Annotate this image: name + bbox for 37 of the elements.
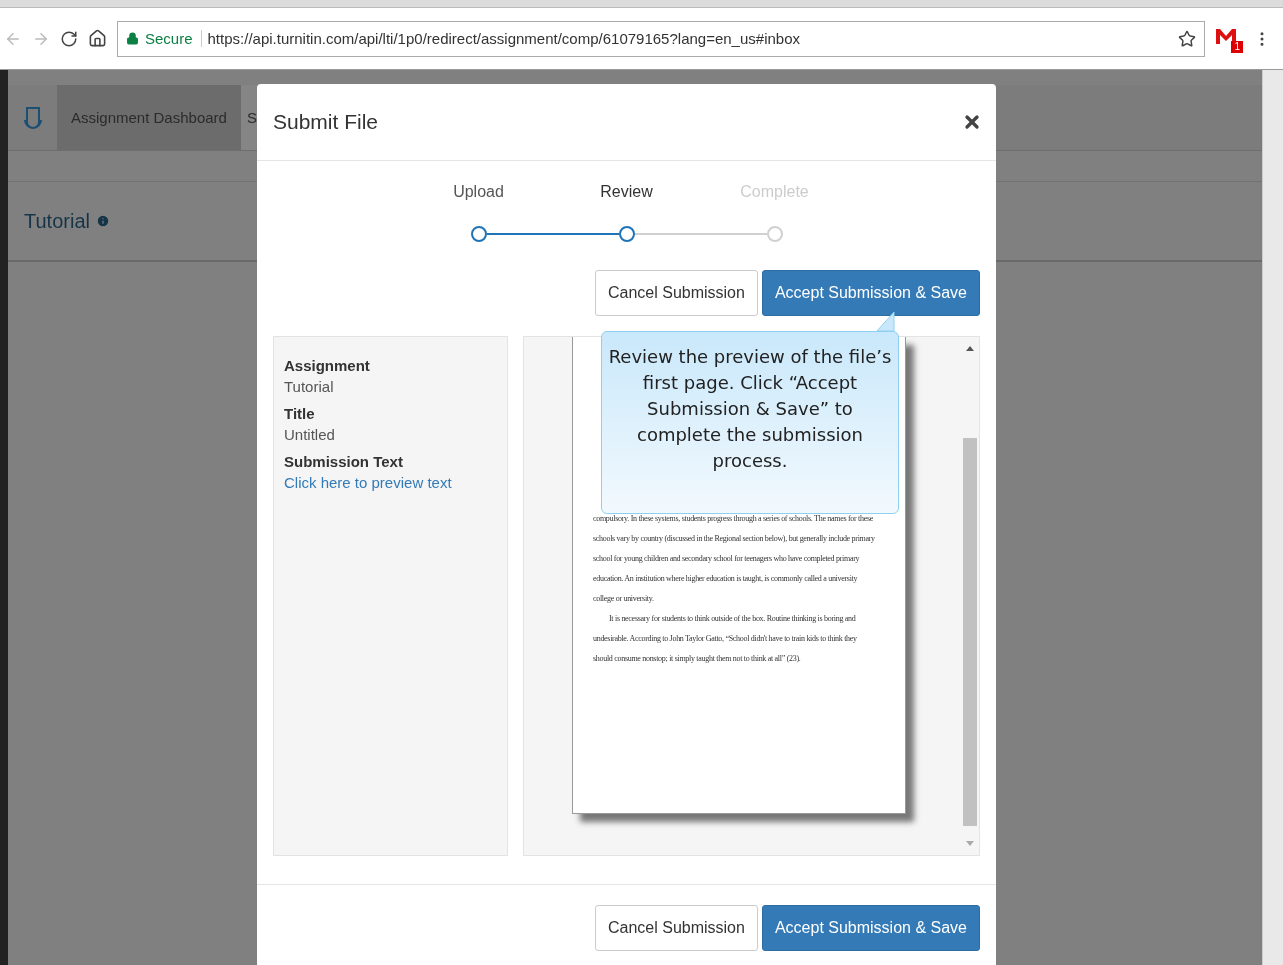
address-bar[interactable]: Secure https://api.turnitin.com/api/lti/1p0/redirect/assignment/comp/61079165?lang=en_us#inbox: [117, 20, 1205, 57]
document-line: should consume nonstop; it simply taught them not to think at all” (23).: [593, 653, 802, 665]
document-line: schools vary by country (discussed in the Regional section below), but generally include primary: [593, 533, 876, 545]
detail-value: Untitled: [284, 426, 336, 443]
step-label: Upload: [453, 183, 504, 201]
logo-icon: [22, 105, 43, 130]
document-line: college or university.: [593, 593, 655, 605]
document-line: education. An institution where higher education is taught, is commonly called a university: [593, 573, 859, 585]
accept-button[interactable]: Accept Submission & Save: [761, 905, 980, 951]
step-label: Review: [600, 183, 653, 201]
accept-button[interactable]: Accept Submission & Save: [761, 270, 980, 316]
home-icon[interactable]: [88, 29, 107, 48]
reload-icon[interactable]: [60, 29, 78, 48]
dialog-title: Submit File: [273, 110, 379, 134]
secure-label: Secure: [145, 30, 202, 47]
document-line: school for young children and secondary school for teenagers who have completed primary: [593, 553, 861, 565]
cancel-button[interactable]: Cancel Submission: [594, 905, 758, 951]
tooltip-pointer: [877, 312, 895, 332]
mail-count-badge: 1: [1231, 40, 1243, 53]
detail-label: Assignment: [284, 357, 371, 374]
cancel-button[interactable]: Cancel Submission: [594, 270, 758, 316]
document-line: undesirable. According to John Taylor Gatto, “School didn't have to train kids to think they: [593, 633, 858, 645]
document-line: It is necessary for students to think outside of the box. Routine thinking is boring and: [608, 613, 857, 625]
preview-link[interactable]: Click here to preview text: [284, 474, 497, 491]
detail-label: Submission Text: [284, 453, 404, 470]
star-icon[interactable]: [1178, 29, 1196, 48]
document-line: compulsory. In these systems, students progress through a series of schools. The names for these: [593, 513, 875, 525]
lock-icon: [126, 32, 139, 45]
page-scrollbar[interactable]: [1262, 70, 1283, 965]
close-button[interactable]: [962, 112, 982, 132]
detail-value: Tutorial: [284, 378, 335, 395]
info-icon[interactable]: [95, 214, 110, 228]
page-heading: Tutorial: [24, 209, 90, 233]
url-text: https://api.turnitin.com/api/lti/1p0/redirect/assignment/comp/61079165?lang=en_us#inbox: [207, 30, 800, 47]
tooltip: Review the preview of the file’s first page. Click “Accept Submission & Save” to complete the submission process.: [601, 331, 899, 514]
detail-label: Title: [284, 405, 316, 422]
nav-tab[interactable]: Assignment Dashboard: [57, 85, 241, 150]
